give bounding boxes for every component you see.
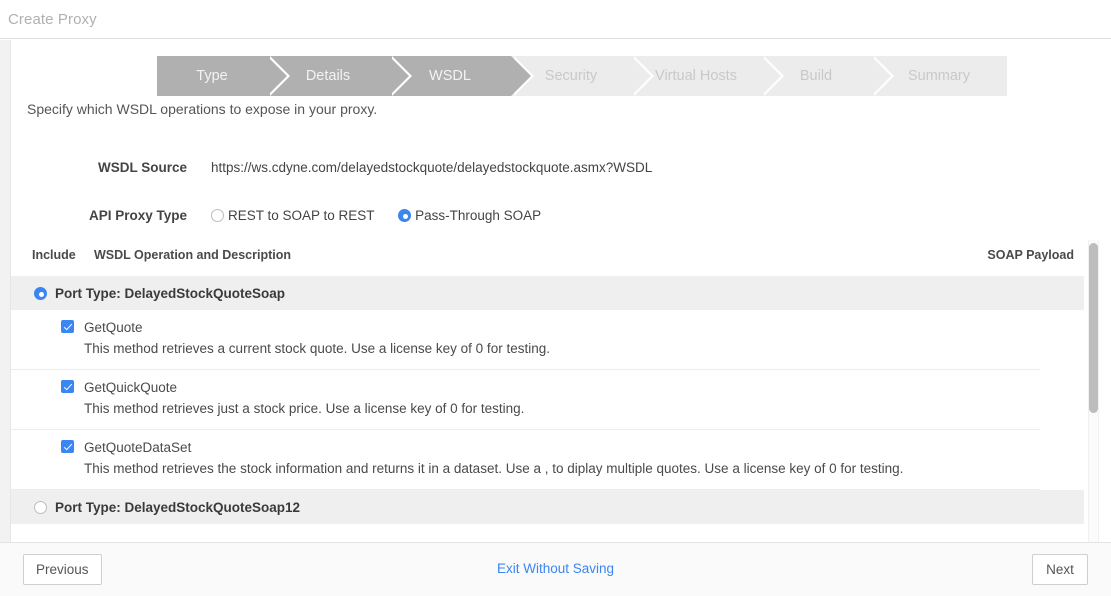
operation-name: GetQuickQuote — [84, 380, 178, 395]
wizard-step-label: Build — [799, 68, 833, 84]
port-type-row-delayedstockquotesoap12[interactable]: Port Type: DelayedStockQuoteSoap12 — [11, 490, 1084, 524]
checkbox-checked-icon[interactable] — [61, 440, 74, 453]
wsdl-source-value: https://ws.cdyne.com/delayedstockquote/d… — [211, 160, 653, 175]
port-type-row-delayedstockquotesoap[interactable]: Port Type: DelayedStockQuoteSoap — [11, 276, 1084, 310]
operation-row-getquickquote[interactable]: GetQuickQuote This method retrieves just… — [11, 370, 1040, 430]
operation-name: GetQuote — [84, 320, 143, 335]
operation-name: GetQuoteDataSet — [84, 440, 192, 455]
operation-header: GetQuickQuote — [61, 380, 1040, 395]
create-proxy-page: Create Proxy Type Details WSDL Security … — [0, 0, 1111, 596]
wsdl-source-row: WSDL Source https://ws.cdyne.com/delayed… — [0, 160, 1111, 180]
page-subtitle: Specify which WSDL operations to expose … — [27, 101, 378, 117]
wizard-step-label: WSDL — [429, 68, 471, 84]
wizard-steps: Type Details WSDL Security Virtual Hosts… — [157, 56, 1007, 96]
column-header-soap-payload: SOAP Payload — [987, 248, 1074, 262]
operation-description: This method retrieves just a stock price… — [84, 401, 525, 416]
operation-header: GetQuote — [61, 320, 1040, 335]
wizard-step-type[interactable]: Type — [157, 56, 290, 96]
checkbox-checked-icon[interactable] — [61, 320, 74, 333]
page-title: Create Proxy — [8, 11, 97, 28]
radio-unselected-icon[interactable] — [211, 209, 224, 222]
next-button[interactable]: Next — [1032, 554, 1088, 585]
wizard-step-label: Details — [305, 68, 351, 84]
operation-header: GetQuoteDataSet — [61, 440, 1040, 455]
operation-description: This method retrieves the stock informat… — [84, 461, 904, 476]
api-proxy-type-row: API Proxy Type REST to SOAP to REST Pass… — [0, 208, 1111, 230]
radio-option-label: Pass-Through SOAP — [415, 208, 542, 223]
radio-unselected-icon[interactable] — [34, 500, 47, 514]
checkbox-checked-icon[interactable] — [61, 380, 74, 393]
radio-selected-icon[interactable] — [34, 286, 47, 300]
operation-row-getquotedataset[interactable]: GetQuoteDataSet This method retrieves th… — [11, 430, 1040, 490]
wizard-step-label: Type — [196, 68, 228, 84]
column-header-include: Include — [32, 248, 76, 262]
radio-option-pass-through-soap[interactable]: Pass-Through SOAP — [398, 208, 541, 223]
wizard-step-label: Virtual Hosts — [655, 68, 737, 84]
operations-table-header: Include WSDL Operation and Description S… — [11, 248, 1084, 270]
table-scrollbar-thumb[interactable] — [1089, 243, 1098, 413]
radio-option-rest-to-soap-to-rest[interactable]: REST to SOAP to REST — [211, 208, 375, 223]
radio-selected-icon[interactable] — [398, 209, 412, 222]
wizard-step-label: Security — [544, 68, 598, 84]
operation-row-getquote[interactable]: GetQuote This method retrieves a current… — [11, 310, 1040, 370]
window-header: Create Proxy — [0, 0, 1111, 39]
wizard-step-label: Summary — [907, 68, 971, 84]
operations-table-body[interactable]: Port Type: DelayedStockQuoteSoap GetQuot… — [11, 276, 1084, 545]
port-type-label: Port Type: DelayedStockQuoteSoap12 — [55, 499, 301, 515]
port-type-label: Port Type: DelayedStockQuoteSoap — [55, 285, 286, 301]
wizard-footer: Previous Exit Without Saving Next — [0, 542, 1111, 596]
operation-description: This method retrieves a current stock qu… — [84, 341, 550, 356]
wsdl-source-label: WSDL Source — [97, 160, 187, 175]
radio-option-label: REST to SOAP to REST — [228, 208, 375, 223]
left-rail — [0, 40, 10, 596]
api-proxy-type-label: API Proxy Type — [88, 208, 187, 223]
column-header-operation: WSDL Operation and Description — [94, 248, 292, 262]
exit-without-saving-link[interactable]: Exit Without Saving — [0, 561, 1111, 576]
api-proxy-type-options: REST to SOAP to REST Pass-Through SOAP — [211, 208, 541, 225]
